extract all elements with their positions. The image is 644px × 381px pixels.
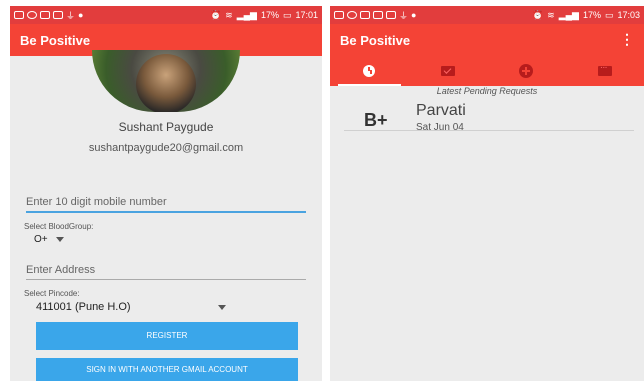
chat-icon <box>597 62 612 76</box>
dropdown-arrow-icon <box>56 236 65 242</box>
battery-icon: ▭ <box>282 9 292 20</box>
tab-history[interactable] <box>330 56 409 86</box>
app-bar: Be Positive ⋮ <box>330 24 644 56</box>
wifi-icon: ≋ <box>547 9 555 20</box>
pincode-value: 411001 (Pune H.O) <box>36 301 131 313</box>
whatsapp-icon <box>27 11 37 19</box>
pincode-label: Select Pincode: <box>24 289 80 298</box>
clock-icon <box>363 65 376 77</box>
mail-icon <box>440 66 455 76</box>
signal-icon: ▂▄▆ <box>558 9 579 20</box>
app-title: Be Positive <box>20 32 91 48</box>
field-underline <box>26 279 306 280</box>
dropdown-arrow-icon <box>218 305 226 310</box>
profile-email: sushantpaygude20@gmail.com <box>88 142 244 154</box>
field-underline <box>26 211 306 213</box>
whatsapp-icon <box>347 11 357 19</box>
overflow-menu-icon[interactable]: ⋮ <box>620 32 634 46</box>
notification-icon <box>334 11 344 19</box>
right-screen: ⏚ ● ⏰ ≋ ▂▄▆ 17% ▭ 17:03 Be Positive ⋮ La… <box>330 6 644 381</box>
image-icon <box>360 11 370 19</box>
signal-icon: ▂▄▆ <box>236 9 257 20</box>
signin-other-account-button[interactable]: SIGN IN WITH ANOTHER GMAIL ACCOUNT <box>36 358 298 381</box>
image-icon <box>40 11 50 19</box>
wifi-icon: ≋ <box>225 9 233 20</box>
section-title: Latest Pending Requests <box>436 86 538 96</box>
tab-add[interactable] <box>487 56 566 86</box>
notification-icon <box>14 11 24 19</box>
request-blood-group: B+ <box>364 110 388 130</box>
battery-percent: 17% <box>582 10 601 20</box>
status-bar: ⏚ ● ⏰ ≋ ▂▄▆ 17% ▭ 17:01 <box>10 6 322 24</box>
avatar <box>92 50 240 112</box>
bloodgroup-value: O+ <box>34 234 48 245</box>
image-icon <box>53 11 63 19</box>
clock-time: 17:03 <box>617 10 640 20</box>
register-button[interactable]: REGISTER <box>36 322 298 350</box>
alarm-icon: ⏰ <box>531 9 544 20</box>
alarm-icon: ⏰ <box>209 9 222 20</box>
tab-inbox[interactable] <box>409 56 488 86</box>
clock-time: 17:01 <box>295 10 318 20</box>
battery-percent: 17% <box>260 10 279 20</box>
android-icon: ● <box>411 10 417 20</box>
image-icon <box>386 11 396 19</box>
tab-messages[interactable] <box>566 56 644 86</box>
status-bar: ⏚ ● ⏰ ≋ ▂▄▆ 17% ▭ 17:03 <box>330 6 644 24</box>
pincode-select[interactable]: 411001 (Pune H.O) <box>36 301 226 313</box>
list-item[interactable]: B+ Parvati Sat Jun 04 <box>344 100 634 133</box>
plus-circle-icon <box>519 64 534 78</box>
android-icon: ● <box>78 10 84 20</box>
tab-bar <box>330 56 644 86</box>
left-screen: ⏚ ● ⏰ ≋ ▂▄▆ 17% ▭ 17:01 Be Positive Sush… <box>10 6 322 381</box>
app-title: Be Positive <box>340 32 411 48</box>
bloodgroup-select[interactable]: O+ <box>34 234 65 245</box>
mobile-field[interactable]: Enter 10 digit mobile number <box>26 196 306 213</box>
usb-icon: ⏚ <box>399 10 409 21</box>
battery-icon: ▭ <box>604 9 614 20</box>
requests-panel: Latest Pending Requests B+ Parvati Sat J… <box>330 86 644 381</box>
usb-icon: ⏚ <box>66 10 76 21</box>
image-icon <box>373 11 383 19</box>
request-date: Sat Jun 04 <box>416 122 464 133</box>
registration-form: Sushant Paygude sushantpaygude20@gmail.c… <box>10 50 322 381</box>
address-placeholder: Enter Address <box>26 264 96 276</box>
profile-name: Sushant Paygude <box>118 120 214 134</box>
address-field[interactable]: Enter Address <box>26 264 306 280</box>
request-name: Parvati <box>416 102 466 119</box>
bloodgroup-label: Select BloodGroup: <box>24 222 94 231</box>
mobile-placeholder: Enter 10 digit mobile number <box>26 196 167 208</box>
